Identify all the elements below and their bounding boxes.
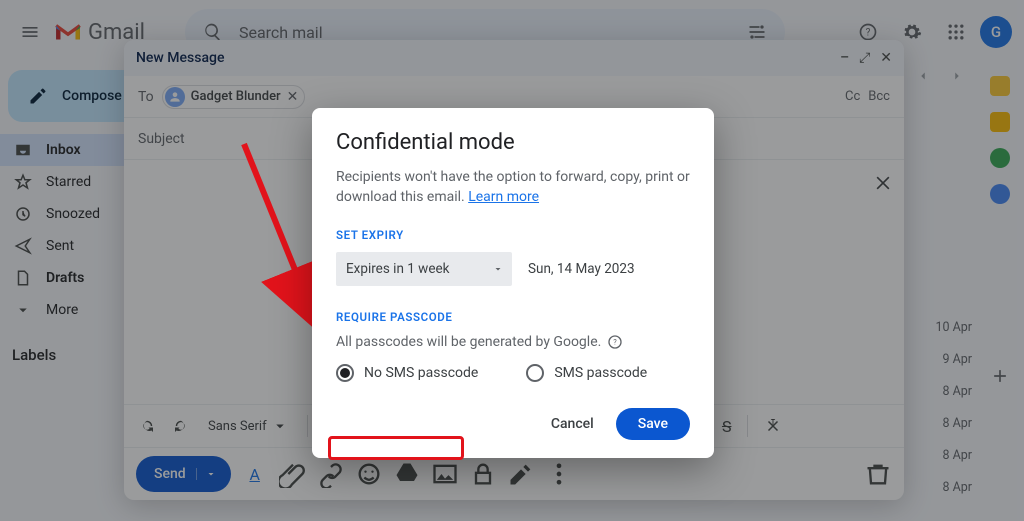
- cancel-button[interactable]: Cancel: [541, 408, 604, 440]
- save-button[interactable]: Save: [616, 408, 690, 440]
- dialog-title: Confidential mode: [336, 130, 690, 155]
- passcode-note: All passcodes will be generated by Googl…: [336, 334, 601, 350]
- expiry-date: Sun, 14 May 2023: [528, 261, 635, 277]
- set-expiry-heading: SET EXPIRY: [336, 228, 690, 242]
- caret-down-icon: [492, 263, 504, 275]
- svg-text:?: ?: [614, 337, 618, 346]
- expiry-select[interactable]: Expires in 1 week: [336, 252, 512, 286]
- confidential-mode-dialog: Confidential mode Recipients won't have …: [312, 108, 714, 458]
- require-passcode-heading: REQUIRE PASSCODE: [336, 310, 690, 324]
- radio-dot-off: [526, 364, 544, 382]
- learn-more-link[interactable]: Learn more: [468, 189, 539, 205]
- radio-dot-on: [336, 364, 354, 382]
- radio-no-sms[interactable]: No SMS passcode: [336, 364, 478, 382]
- help-icon[interactable]: ?: [607, 334, 623, 350]
- dialog-description: Recipients won't have the option to forw…: [336, 167, 690, 208]
- radio-sms[interactable]: SMS passcode: [526, 364, 647, 382]
